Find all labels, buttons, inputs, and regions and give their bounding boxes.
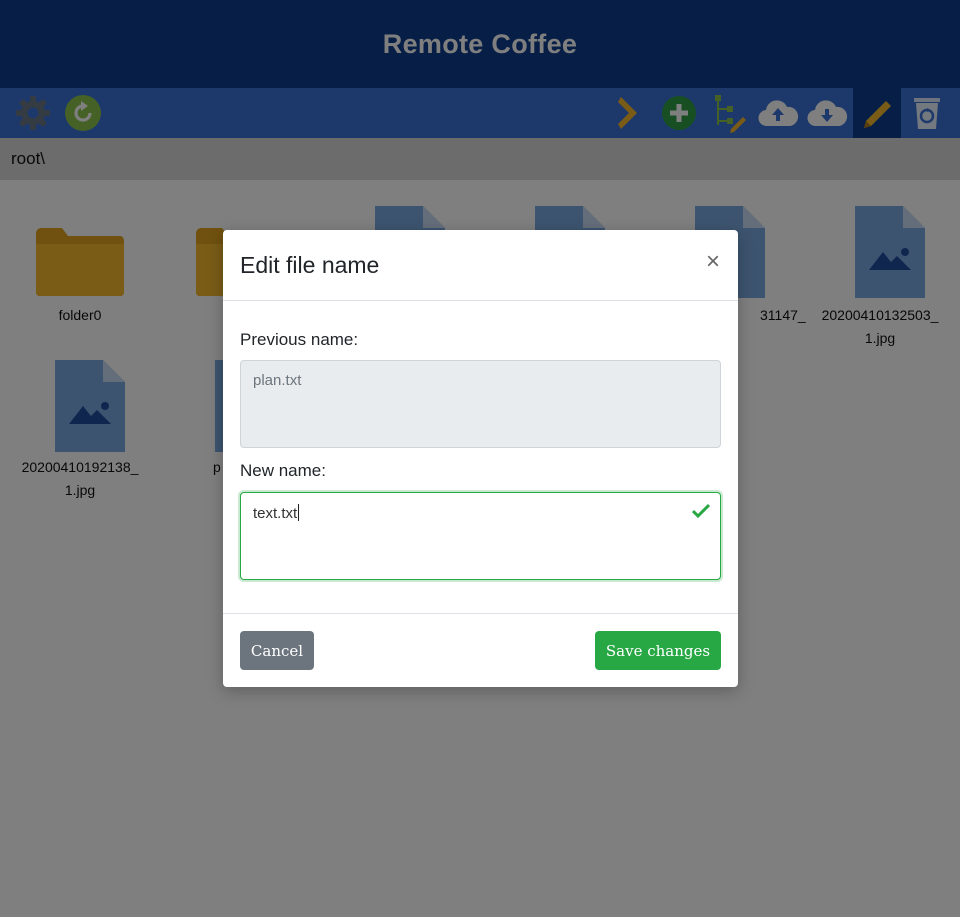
- modal-footer: Cancel Save changes: [223, 613, 738, 687]
- new-name-label: New name:: [240, 461, 326, 480]
- check-icon: [692, 503, 710, 519]
- new-name-field[interactable]: text.txt: [240, 492, 721, 580]
- cancel-button[interactable]: Cancel: [240, 631, 314, 670]
- previous-name-field: plan.txt: [240, 360, 721, 448]
- save-changes-button[interactable]: Save changes: [595, 631, 721, 670]
- close-icon[interactable]: ×: [706, 250, 720, 274]
- text-caret: [298, 504, 300, 521]
- modal-header: Edit file name ×: [223, 230, 738, 301]
- modal-title: Edit file name: [240, 252, 380, 278]
- new-name-value: text.txt: [253, 505, 298, 522]
- edit-file-name-dialog: Edit file name × Previous name: plan.txt…: [223, 230, 738, 687]
- previous-name-label: Previous name:: [240, 330, 359, 349]
- previous-name-value: plan.txt: [253, 372, 302, 389]
